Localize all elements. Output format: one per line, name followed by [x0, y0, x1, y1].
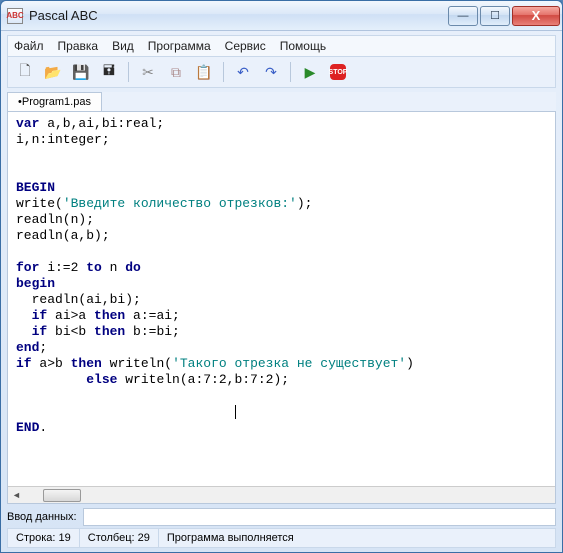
- undo-icon: ↶: [237, 64, 249, 81]
- editor-tabs: •Program1.pas: [7, 92, 556, 111]
- code-text: a>b: [32, 356, 71, 371]
- kw-if: if: [16, 356, 32, 371]
- horizontal-scrollbar[interactable]: ◄: [8, 486, 555, 503]
- code-text: writeln(: [102, 356, 172, 371]
- code-text: bi<b: [47, 324, 94, 339]
- status-col-label: Столбец:: [88, 532, 135, 544]
- play-icon: ▶: [305, 64, 316, 81]
- statusbar: Строка: 19 Столбец: 29 Программа выполня…: [7, 528, 556, 548]
- kw-to: to: [86, 260, 102, 275]
- menu-view[interactable]: Вид: [112, 39, 134, 53]
- code-text: ai>a: [47, 308, 94, 323]
- status-line: Строка: 19: [8, 529, 80, 547]
- kw-begin: BEGIN: [16, 180, 55, 195]
- minimize-button[interactable]: —: [448, 6, 478, 26]
- open-file-button[interactable]: 📂: [42, 61, 64, 83]
- redo-button[interactable]: ↷: [260, 61, 282, 83]
- code-text: [16, 372, 86, 387]
- undo-button[interactable]: ↶: [232, 61, 254, 83]
- code-editor[interactable]: var a,b,ai,bi:real; i,n:integer; BEGIN w…: [8, 112, 555, 486]
- open-folder-icon: 📂: [44, 64, 61, 81]
- stop-button[interactable]: STOP: [327, 61, 349, 83]
- save-all-button[interactable]: 🖬: [98, 61, 120, 83]
- code-text: i,n:integer;: [16, 132, 110, 147]
- code-text: n: [102, 260, 125, 275]
- titlebar[interactable]: ABC Pascal ABC — ☐ X: [1, 1, 562, 31]
- scroll-thumb[interactable]: [43, 489, 81, 502]
- code-text: a:=ai;: [125, 308, 180, 323]
- code-text: ;: [39, 340, 47, 355]
- code-text: writeln(a:7:2,b:7:2);: [117, 372, 289, 387]
- cut-icon: ✂: [142, 64, 154, 81]
- kw-then: then: [94, 324, 125, 339]
- text-caret: [235, 405, 236, 419]
- kw-if: if: [32, 324, 48, 339]
- save-icon: 💾: [72, 64, 89, 81]
- menu-help[interactable]: Помощь: [280, 39, 326, 53]
- code-text: readln(n);: [16, 212, 94, 227]
- code-text: a,b,ai,bi:real;: [39, 116, 164, 131]
- kw-then: then: [94, 308, 125, 323]
- new-file-icon: 🗋: [19, 60, 30, 84]
- scroll-left-icon[interactable]: ◄: [8, 488, 25, 503]
- code-text: b:=bi;: [125, 324, 180, 339]
- input-bar: Ввод данных:: [7, 508, 556, 526]
- menubar: Файл Правка Вид Программа Сервис Помощь: [7, 35, 556, 57]
- save-button[interactable]: 💾: [70, 61, 92, 83]
- code-text: write(: [16, 196, 63, 211]
- kw-do: do: [125, 260, 141, 275]
- maximize-button[interactable]: ☐: [480, 6, 510, 26]
- kw-var: var: [16, 116, 39, 131]
- string-literal: 'Введите количество отрезков:': [63, 196, 297, 211]
- code-text: [16, 308, 32, 323]
- kw-for: for: [16, 260, 39, 275]
- menu-file[interactable]: Файл: [14, 39, 44, 53]
- string-literal: 'Такого отрезка не существует': [172, 356, 406, 371]
- code-text: [16, 324, 32, 339]
- toolbar-separator: [128, 62, 129, 82]
- code-text: .: [39, 420, 47, 435]
- copy-button[interactable]: ⧉: [165, 61, 187, 83]
- kw-then: then: [71, 356, 102, 371]
- kw-else: else: [86, 372, 117, 387]
- status-line-label: Строка:: [16, 532, 55, 544]
- kw-end: end: [16, 340, 39, 355]
- editor-panel: var a,b,ai,bi:real; i,n:integer; BEGIN w…: [7, 111, 556, 504]
- code-text: ): [406, 356, 414, 371]
- input-label: Ввод данных:: [7, 511, 77, 523]
- app-icon: ABC: [7, 8, 23, 24]
- code-text: readln(a,b);: [16, 228, 110, 243]
- copy-icon: ⧉: [171, 64, 181, 81]
- redo-icon: ↷: [265, 64, 277, 81]
- new-file-button[interactable]: 🗋: [14, 61, 36, 83]
- menu-edit[interactable]: Правка: [58, 39, 99, 53]
- input-field[interactable]: [83, 508, 556, 526]
- close-button[interactable]: X: [512, 6, 560, 26]
- status-line-value: 19: [59, 532, 71, 544]
- kw-if: if: [32, 308, 48, 323]
- run-button[interactable]: ▶: [299, 61, 321, 83]
- toolbar-separator: [223, 62, 224, 82]
- code-text: readln(ai,bi);: [16, 292, 141, 307]
- toolbar: 🗋 📂 💾 🖬 ✂ ⧉ 📋 ↶ ↷ ▶ STOP: [7, 57, 556, 88]
- code-text: i:=2: [39, 260, 86, 275]
- menu-program[interactable]: Программа: [148, 39, 211, 53]
- paste-icon: 📋: [195, 64, 212, 81]
- window-buttons: — ☐ X: [448, 6, 560, 26]
- status-col-value: 29: [138, 532, 150, 544]
- cut-button[interactable]: ✂: [137, 61, 159, 83]
- stop-icon: STOP: [330, 64, 346, 80]
- toolbar-separator: [290, 62, 291, 82]
- paste-button[interactable]: 📋: [193, 61, 215, 83]
- menu-service[interactable]: Сервис: [225, 39, 266, 53]
- kw-end: END: [16, 420, 39, 435]
- kw-begin: begin: [16, 276, 55, 291]
- tab-program1[interactable]: •Program1.pas: [7, 92, 102, 111]
- app-window: ABC Pascal ABC — ☐ X Файл Правка Вид Про…: [0, 0, 563, 553]
- window-title: Pascal ABC: [29, 8, 448, 23]
- status-column: Столбец: 29: [80, 529, 159, 547]
- code-text: );: [297, 196, 313, 211]
- save-all-icon: 🖬: [103, 60, 115, 84]
- status-message: Программа выполняется: [159, 529, 555, 547]
